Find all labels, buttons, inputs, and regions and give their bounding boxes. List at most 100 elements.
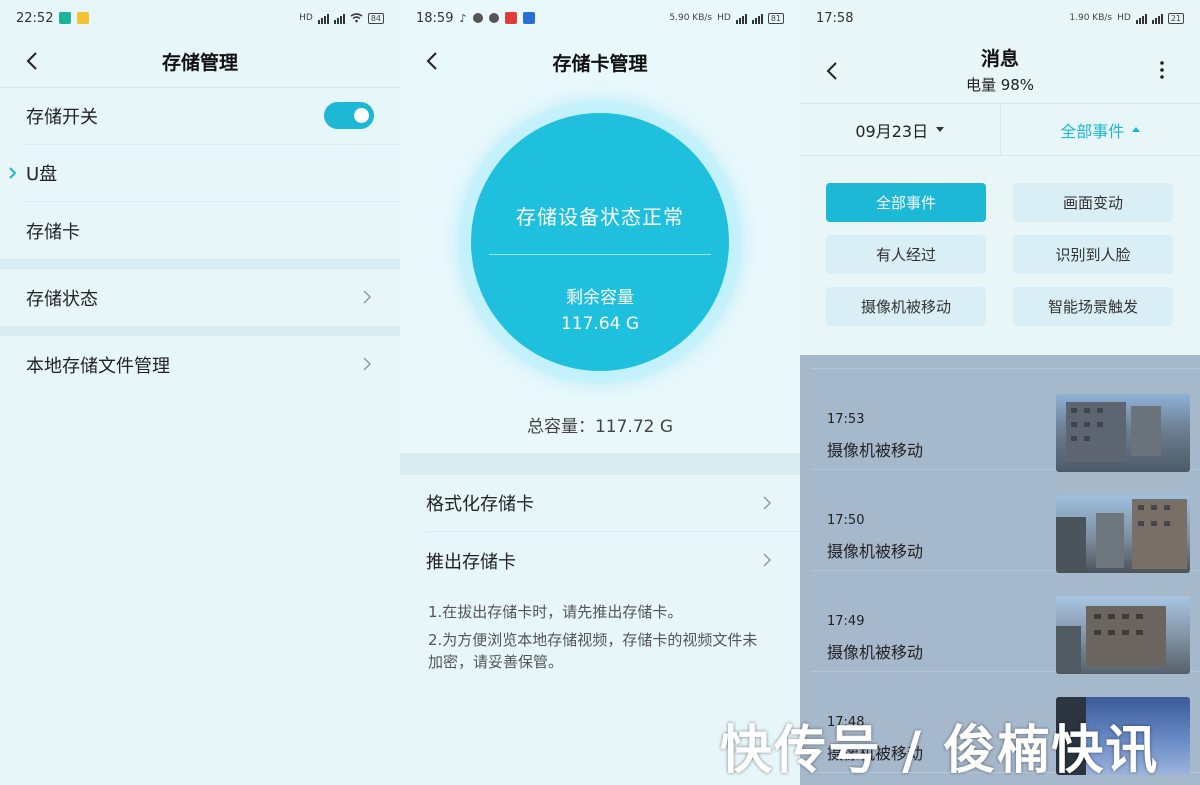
signal-icon	[1135, 13, 1147, 24]
selected-chevron-icon	[9, 167, 17, 179]
event-label: 摄像机被移动	[827, 441, 924, 460]
eject-card-label: 推出存储卡	[426, 551, 516, 573]
event-label: 摄像机被移动	[827, 643, 924, 662]
storage-switch-label: 存储开关	[26, 107, 98, 128]
nav-bar: 消息 电量 98%	[800, 36, 1200, 104]
usb-drive-option[interactable]: U盘	[9, 145, 400, 202]
top-section: 18:59 ♪ 5.90 KB/s HD 81 存储卡管理 存储设备状态正常 剩…	[400, 0, 800, 453]
signal-icon	[333, 13, 345, 24]
battery-icon: 84	[367, 12, 384, 24]
status-bar: 22:52 HD 84	[0, 0, 400, 36]
hd-icon: HD	[1117, 13, 1131, 23]
back-arrow-icon[interactable]	[822, 60, 844, 82]
storage-status-row[interactable]: 存储状态	[0, 269, 400, 326]
chevron-right-icon	[763, 553, 772, 567]
section-divider	[0, 259, 400, 269]
storage-status-label: 存储状态	[26, 288, 98, 310]
sd-card-label: 存储卡	[26, 221, 80, 243]
storage-switch-toggle[interactable]	[324, 102, 374, 129]
event-thumbnail[interactable]	[1056, 596, 1190, 674]
network-speed: 1.90 KB/s	[1069, 13, 1113, 23]
note-2: 2.为方便浏览本地存储视频，存储卡的视频文件未加密，请妥善保管。	[428, 631, 758, 671]
total-capacity-text: 总容量：117.72 G	[526, 417, 674, 437]
battery-level-subtitle: 电量 98%	[965, 76, 1035, 94]
chat-icon	[488, 13, 499, 23]
battery-icon: 21	[1167, 12, 1184, 24]
local-file-management-label: 本地存储文件管理	[26, 355, 170, 377]
list-item[interactable]: 17:49 摄像机被移动	[812, 571, 1200, 674]
more-options-icon[interactable]	[1160, 60, 1164, 80]
chevron-right-icon	[763, 496, 772, 510]
battery-icon: 81	[767, 12, 784, 24]
watermark-text: 快传号 / 俊楠快讯	[720, 721, 1160, 781]
format-card-row[interactable]: 格式化存储卡	[426, 475, 800, 532]
capacity-ring: 存储设备状态正常 剩余容量 117.64 G	[458, 100, 742, 384]
storage-status-card: 存储设备状态正常 剩余容量 117.64 G 总容量：117.72 G	[400, 88, 800, 453]
chevron-right-icon	[363, 290, 372, 304]
chip-all-events[interactable]: 全部事件	[826, 183, 986, 222]
remaining-capacity-value: 117.64 G	[560, 314, 640, 334]
status-bar: 17:58 1.90 KB/s HD 21	[800, 0, 1200, 36]
filter-bar: 09月23日 全部事件	[800, 104, 1200, 156]
chevron-right-icon	[363, 357, 372, 371]
local-file-management-row[interactable]: 本地存储文件管理	[0, 336, 400, 393]
storage-switch-row: 存储开关	[26, 88, 400, 145]
page-title: 消息	[980, 48, 1019, 70]
storage-state-text: 存储设备状态正常	[516, 205, 684, 229]
messages-screen: 17:58 1.90 KB/s HD 21 消息 电量 98% 09月23日 全…	[800, 0, 1200, 785]
app-notification-icon	[77, 12, 90, 24]
usb-drive-label: U盘	[26, 164, 58, 185]
dropdown-up-icon	[1132, 127, 1141, 132]
app-notification-icon	[59, 12, 72, 24]
wechat-icon	[472, 13, 483, 23]
page-title: 存储卡管理	[552, 52, 648, 75]
tiktok-icon: ♪	[459, 11, 467, 25]
chip-person-passing[interactable]: 有人经过	[826, 235, 986, 274]
dropdown-down-icon	[936, 127, 945, 132]
event-thumbnail[interactable]	[1056, 495, 1190, 573]
list-item[interactable]: 17:53 摄像机被移动	[812, 369, 1200, 472]
hd-icon: HD	[299, 13, 313, 23]
circle-divider	[489, 254, 711, 255]
chip-camera-moved[interactable]: 摄像机被移动	[826, 287, 986, 326]
sd-card-option[interactable]: 存储卡	[0, 202, 400, 259]
chip-scene-change[interactable]: 画面变动	[1013, 183, 1173, 222]
nav-bar: 存储管理	[0, 36, 400, 88]
back-arrow-icon[interactable]	[22, 50, 44, 72]
chip-smart-scene[interactable]: 智能场景触发	[1013, 287, 1173, 326]
app-notification-icon	[522, 12, 535, 24]
remaining-capacity-label: 剩余容量	[566, 288, 634, 308]
page-title: 存储管理	[161, 52, 238, 74]
eject-card-row[interactable]: 推出存储卡	[400, 532, 800, 589]
wifi-icon	[350, 13, 363, 23]
signal-icon	[735, 13, 747, 24]
list-item[interactable]: 17:50 摄像机被移动	[812, 470, 1200, 573]
status-icons: 1.90 KB/s HD 21	[1069, 12, 1184, 24]
notes: 1.在拔出存储卡时，请先推出存储卡。 2.为方便浏览本地存储视频，存储卡的视频文…	[400, 589, 800, 691]
storage-management-screen: 22:52 HD 84 存储管理 存储开关 U盘 存储卡 存储状态 本地存储文件…	[0, 0, 400, 785]
list-item	[812, 355, 1200, 369]
note-1: 1.在拔出存储卡时，请先推出存储卡。	[428, 603, 683, 621]
section-divider	[400, 453, 800, 475]
event-filter-label: 全部事件	[1060, 121, 1125, 141]
section-divider	[0, 326, 400, 336]
chip-face-detected[interactable]: 识别到人脸	[1013, 235, 1173, 274]
event-filter[interactable]: 全部事件	[1001, 104, 1200, 155]
network-speed: 5.90 KB/s	[669, 13, 713, 23]
app-notification-icon	[504, 12, 517, 24]
status-icons: 5.90 KB/s HD 81	[669, 12, 784, 24]
capacity-circle: 存储设备状态正常 剩余容量 117.64 G	[471, 113, 729, 371]
date-filter-label: 09月23日	[855, 121, 929, 141]
event-label: 摄像机被移动	[827, 542, 924, 561]
status-icons: HD 84	[299, 12, 384, 24]
status-bar: 18:59 ♪ 5.90 KB/s HD 81	[400, 0, 800, 36]
date-filter[interactable]: 09月23日	[800, 104, 1000, 155]
status-time: 17:58	[816, 10, 854, 26]
back-arrow-icon[interactable]	[422, 50, 444, 72]
signal-icon	[317, 13, 329, 24]
event-time: 17:49	[827, 614, 865, 629]
nav-bar: 存储卡管理	[400, 36, 800, 88]
status-time: 18:59	[416, 10, 454, 26]
event-time: 17:50	[827, 513, 865, 528]
event-thumbnail[interactable]	[1056, 394, 1190, 472]
